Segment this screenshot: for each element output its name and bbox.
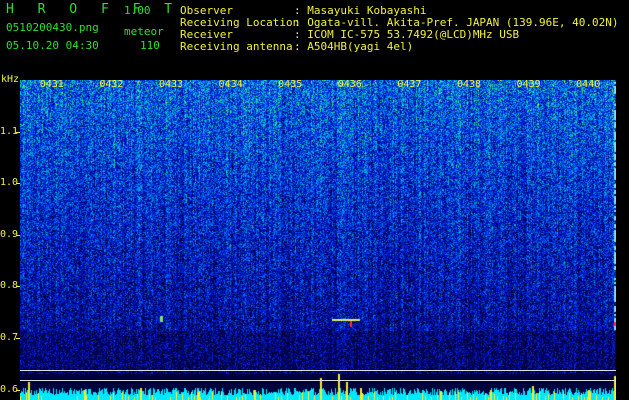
info-row-antenna: Receiving antenna: A504HB(yagi 4el) <box>180 40 414 53</box>
app-version: 1.00 <box>124 4 151 17</box>
frequency-tick-mark <box>16 183 20 185</box>
frequency-tick-mark <box>16 131 20 133</box>
info-key: Receiving antenna <box>180 40 293 53</box>
frequency-tick-mark <box>16 338 20 340</box>
reference-line <box>20 380 616 381</box>
observation-info: Observer: Masayuki Kobayashi Receiving L… <box>180 5 619 53</box>
info-value: A504HB(yagi 4el) <box>307 40 414 53</box>
app-name: H R O F F T <box>6 2 181 17</box>
reference-line <box>20 370 616 371</box>
spectrogram-area <box>20 80 616 400</box>
frequency-tick-mark <box>16 389 20 391</box>
file-name: 0510200430.png <box>6 21 99 34</box>
header-panel: H R O F F T 1.00 0510200430.png meteor 0… <box>0 0 629 80</box>
frequency-tick-mark <box>16 234 20 236</box>
meteor-label: meteor <box>124 25 164 38</box>
meteor-count: 110 <box>140 39 160 52</box>
frequency-unit-label: kHz <box>1 74 20 85</box>
frequency-tick-mark <box>16 286 20 288</box>
observation-datetime: 05.10.20 04:30 <box>6 39 99 52</box>
waterfall-spectrogram <box>20 80 616 400</box>
